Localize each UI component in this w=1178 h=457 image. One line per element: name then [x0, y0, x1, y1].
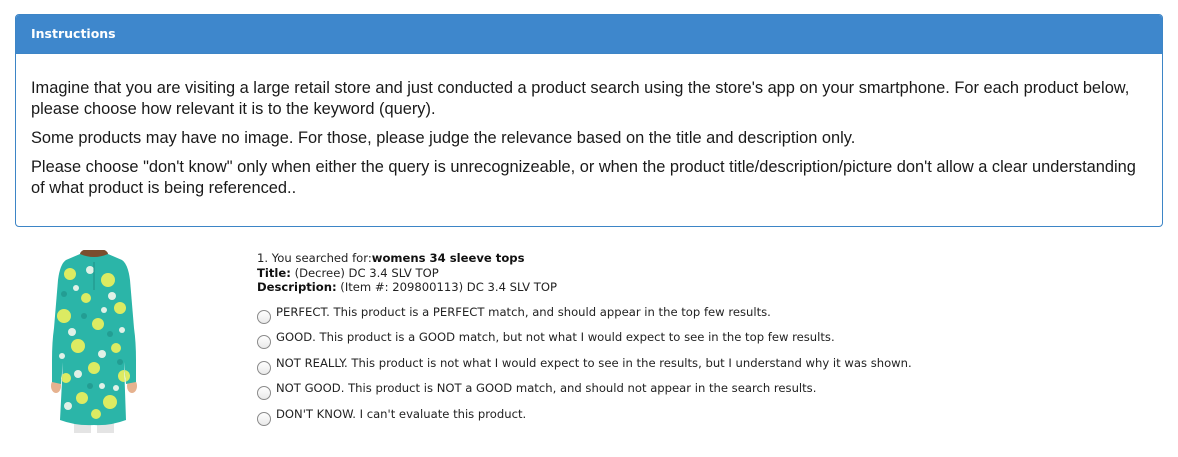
instructions-paragraph-3: Please choose "don't know" only when eit…	[31, 158, 1136, 197]
product-title-label: Title:	[257, 265, 291, 280]
instructions-paragraph-1: Imagine that you are visiting a large re…	[31, 79, 1130, 118]
option-not-good[interactable]: NOT GOOD. This product is NOT a GOOD mat…	[257, 381, 1157, 407]
option-perfect[interactable]: PERFECT. This product is a PERFECT match…	[257, 305, 1157, 331]
option-perfect-label[interactable]: PERFECT. This product is a PERFECT match…	[276, 305, 771, 319]
product-title: (Decree) DC 3.4 SLV TOP	[290, 265, 439, 280]
radio-not-good[interactable]	[257, 386, 271, 400]
search-query-prefix: 1. You searched for:	[257, 251, 372, 265]
product-description: (Item #: 209800113) DC 3.4 SLV TOP	[336, 280, 558, 294]
product-description-line: Description: (Item #: 209800113) DC 3.4 …	[257, 280, 1157, 295]
option-not-really-label[interactable]: NOT REALLY. This product is not what I w…	[276, 356, 912, 370]
option-good[interactable]: GOOD. This product is a GOOD match, but …	[257, 330, 1157, 356]
radio-good[interactable]	[257, 335, 271, 349]
option-dont-know-label[interactable]: DON'T KNOW. I can't evaluate this produc…	[276, 407, 526, 421]
search-query: womens 34 sleeve tops	[371, 251, 525, 265]
instructions-heading: Instructions	[16, 15, 1162, 54]
radio-not-really[interactable]	[257, 360, 271, 375]
question-block: 1. You searched for:womens 34 sleeve top…	[257, 251, 1157, 432]
product-title-line: Title: (Decree) DC 3.4 SLV TOP	[257, 266, 1157, 281]
option-good-label[interactable]: GOOD. This product is a GOOD match, but …	[276, 330, 835, 344]
radio-dont-know[interactable]	[257, 411, 271, 426]
product-description-label: Description:	[257, 280, 337, 294]
search-query-line: 1. You searched for:womens 34 sleeve top…	[257, 251, 1157, 266]
relevance-options: PERFECT. This product is a PERFECT match…	[257, 305, 1157, 433]
option-not-good-label[interactable]: NOT GOOD. This product is NOT a GOOD mat…	[276, 381, 816, 395]
instructions-body: Imagine that you are visiting a large re…	[16, 54, 1162, 199]
instructions-paragraph-2: Some products may have no image. For tho…	[31, 129, 856, 147]
product-image	[50, 248, 138, 433]
instructions-panel: Instructions Imagine that you are visiti…	[15, 14, 1163, 227]
shirt-back-image	[51, 248, 137, 433]
radio-perfect[interactable]	[257, 309, 271, 324]
option-not-really[interactable]: NOT REALLY. This product is not what I w…	[257, 356, 1157, 382]
option-dont-know[interactable]: DON'T KNOW. I can't evaluate this produc…	[257, 407, 1157, 433]
